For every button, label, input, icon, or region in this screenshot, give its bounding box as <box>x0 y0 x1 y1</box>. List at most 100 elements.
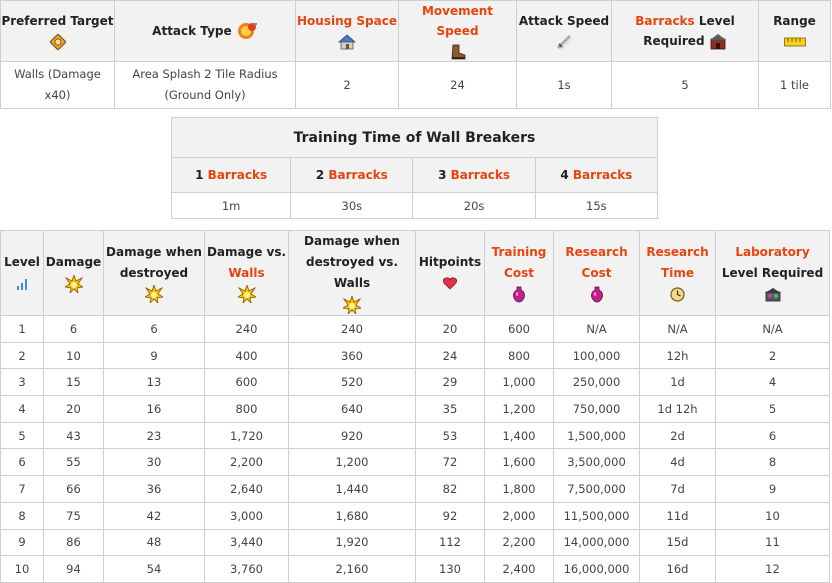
hitpoints-cell: 24 <box>415 341 485 370</box>
level-cell: 4 <box>0 395 44 423</box>
ruler-icon <box>783 37 806 46</box>
training-cost-cell: 800 <box>484 341 554 370</box>
training-cost-cell: 2,000 <box>484 501 554 530</box>
attack-speed-value: 1s <box>516 61 612 109</box>
training-cost-cell: 1,800 <box>484 475 554 503</box>
research-time-cell: 12h <box>639 341 716 370</box>
research-time-cell: 16d <box>639 555 716 583</box>
training-cost-header: Training Cost <box>484 230 554 316</box>
elixir-icon <box>512 286 526 302</box>
movement-speed-value: 24 <box>398 61 517 109</box>
barracks-icon <box>709 33 726 49</box>
barracks-link[interactable]: Barracks <box>208 168 267 182</box>
research-time-link[interactable]: Research Time <box>646 245 708 280</box>
research-time-cell: N/A <box>639 315 716 343</box>
damage-destroyed-walls-cell: 2,160 <box>288 555 416 583</box>
barracks-count: 1 <box>195 168 204 182</box>
damage-vs-walls-cell: 800 <box>204 395 289 423</box>
damage-cell: 15 <box>43 368 104 397</box>
housing-space-header: Housing Space <box>295 0 399 62</box>
heart-icon <box>443 277 457 290</box>
research-cost-cell: 250,000 <box>553 368 640 397</box>
laboratory-level-header: Laboratory Level Required <box>715 230 830 316</box>
hitpoints-cell: 82 <box>415 475 485 503</box>
table-row: 10 94 54 3,760 2,160 130 2,400 16,000,000 16d 12 <box>0 555 830 583</box>
level-cell: 10 <box>0 555 44 583</box>
damage-cell: 10 <box>43 341 104 370</box>
laboratory-level-cell: 11 <box>715 528 830 557</box>
research-time-cell: 2d <box>639 421 716 450</box>
walls-link[interactable]: Walls <box>228 266 264 280</box>
damage-destroyed-cell: 48 <box>103 528 205 557</box>
range-value: 1 tile <box>758 61 831 109</box>
training-cost-cell: 1,600 <box>484 448 554 477</box>
barracks-link[interactable]: Barracks <box>451 168 510 182</box>
training-cost-link[interactable]: Training Cost <box>492 245 547 280</box>
damage-cell: 6 <box>43 315 104 343</box>
hitpoints-cell: 130 <box>415 555 485 583</box>
level-cell: 5 <box>0 421 44 450</box>
damage-destroyed-walls-cell: 520 <box>288 368 416 397</box>
damage-cell: 94 <box>43 555 104 583</box>
damage-vs-walls-cell: 3,440 <box>204 528 289 557</box>
training-cost-cell: 2,400 <box>484 555 554 583</box>
table-row: 6 55 30 2,200 1,200 72 1,600 3,500,000 4d 8 <box>0 448 830 477</box>
research-cost-cell: 1,500,000 <box>553 421 640 450</box>
damage-destroyed-cell: 42 <box>103 501 205 530</box>
hitpoints-header: Hitpoints <box>415 230 485 316</box>
damage-cell: 86 <box>43 528 104 557</box>
damage-cell: 43 <box>43 421 104 450</box>
barracks-level-value: 5 <box>611 61 759 109</box>
damage-vs-walls-header: Damage vs. Walls <box>204 230 289 316</box>
level-cell: 2 <box>0 341 44 370</box>
level-cell: 8 <box>0 501 44 530</box>
damage-vs-walls-cell: 2,640 <box>204 475 289 503</box>
research-cost-link[interactable]: Research Cost <box>565 245 627 280</box>
summary-header-row: Preferred Target Attack Type Housing Spa… <box>0 0 831 62</box>
training-col-header: 4 Barracks <box>534 157 659 193</box>
training-cost-cell: 1,000 <box>484 368 554 397</box>
damage-icon <box>343 295 361 314</box>
housing-space-link[interactable]: Housing Space <box>297 14 397 28</box>
training-cost-cell: 600 <box>484 315 554 343</box>
research-cost-header: Research Cost <box>553 230 640 316</box>
damage-vs-walls-cell: 600 <box>204 368 289 397</box>
level-header: Level <box>0 230 44 316</box>
damage-destroyed-header: Damage when destroyed <box>103 230 205 316</box>
damage-icon <box>145 285 163 303</box>
damage-icon <box>237 285 256 303</box>
damage-vs-walls-cell: 240 <box>204 315 289 343</box>
hitpoints-cell: 35 <box>415 395 485 423</box>
damage-vs-walls-cell: 1,720 <box>204 421 289 450</box>
hitpoints-cell: 112 <box>415 528 485 557</box>
movement-speed-link[interactable]: Movement Speed <box>422 4 493 38</box>
damage-destroyed-cell: 36 <box>103 475 205 503</box>
laboratory-level-cell: N/A <box>715 315 830 343</box>
laboratory-link[interactable]: Laboratory <box>735 245 809 259</box>
damage-destroyed-walls-cell: 360 <box>288 341 416 370</box>
explosion-icon <box>237 23 257 40</box>
barracks-link[interactable]: Barracks <box>573 168 632 182</box>
research-time-cell: 11d <box>639 501 716 530</box>
research-time-header: Research Time <box>639 230 716 316</box>
training-time-table: Training Time of Wall Breakers 1 Barrack… <box>170 117 659 219</box>
attack-type-header: Attack Type <box>114 0 296 62</box>
level-cell: 7 <box>0 475 44 503</box>
barracks-link[interactable]: Barracks <box>635 14 694 28</box>
damage-icon <box>64 274 83 293</box>
damage-destroyed-walls-cell: 640 <box>288 395 416 423</box>
laboratory-level-cell: 8 <box>715 448 830 477</box>
training-col-header: 1 Barracks <box>170 157 292 193</box>
table-row: 1 6 6 240 240 20 600 N/A N/A N/A <box>0 315 830 343</box>
damage-destroyed-cell: 54 <box>103 555 205 583</box>
damage-header: Damage <box>43 230 104 316</box>
barracks-link[interactable]: Barracks <box>328 168 387 182</box>
damage-destroyed-walls-cell: 920 <box>288 421 416 450</box>
damage-destroyed-walls-cell: 1,200 <box>288 448 416 477</box>
training-header-row: 1 Barracks 2 Barracks 3 Barracks 4 Barracks <box>170 157 659 193</box>
research-cost-cell: 16,000,000 <box>553 555 640 583</box>
table-row: 3 15 13 600 520 29 1,000 250,000 1d 4 <box>0 368 830 397</box>
training-time-value: 30s <box>290 192 414 219</box>
movement-speed-header: Movement Speed <box>398 0 517 62</box>
table-row: 9 86 48 3,440 1,920 112 2,200 14,000,000 15d 11 <box>0 528 830 557</box>
